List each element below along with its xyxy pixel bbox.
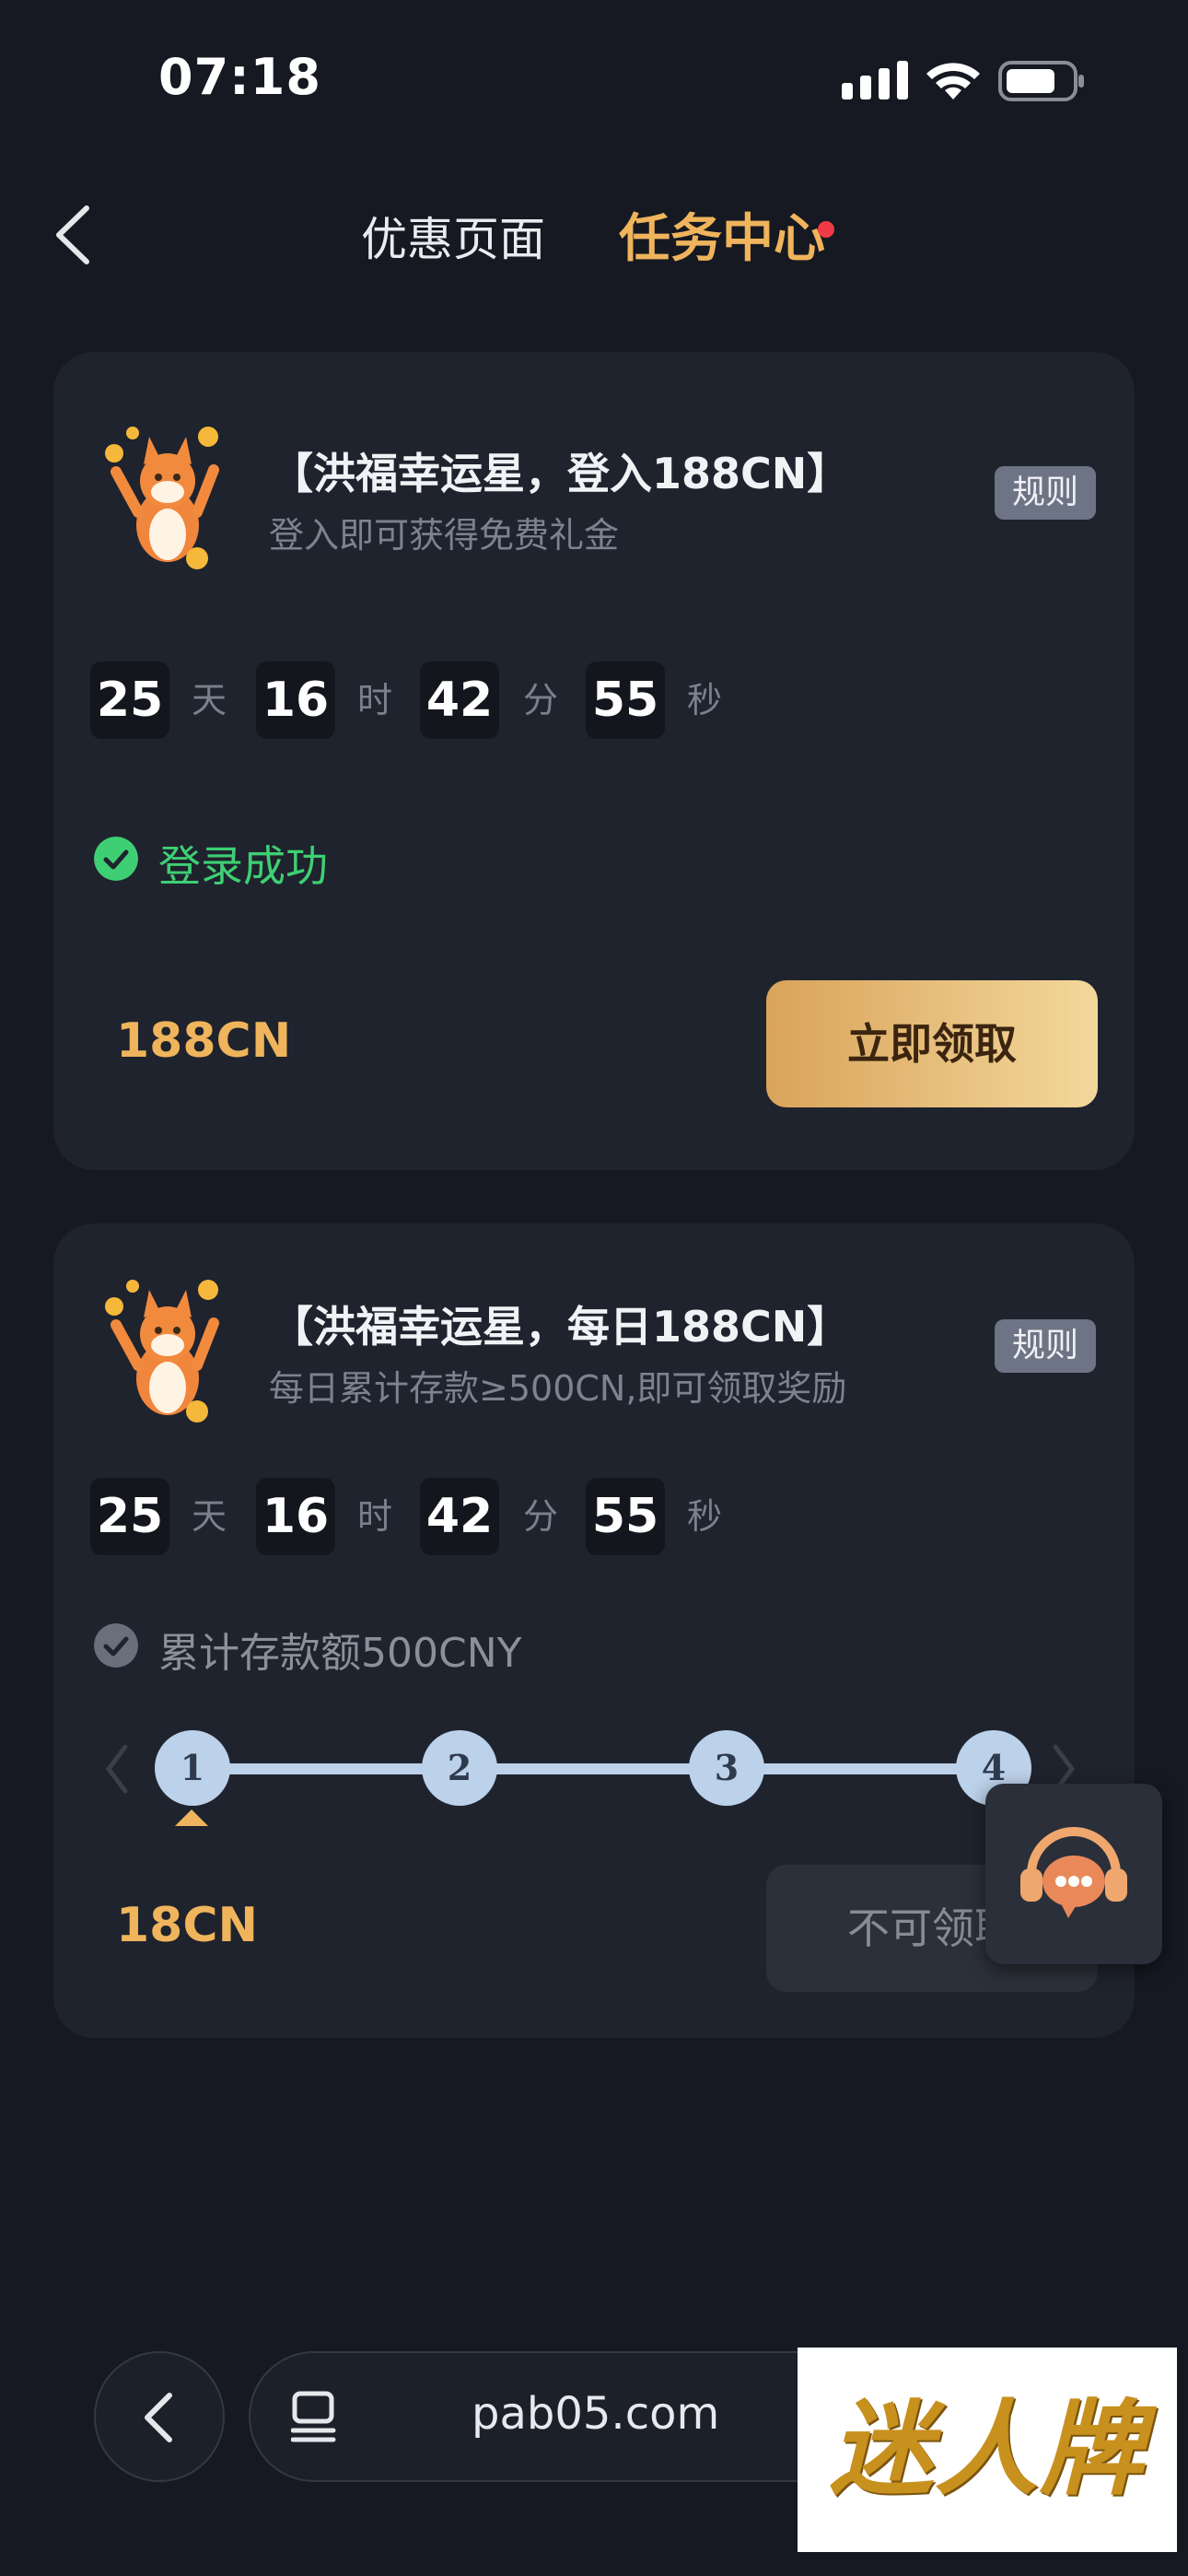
step-node[interactable]: 1: [155, 1730, 230, 1806]
back-arrow-icon: [145, 2393, 172, 2442]
countdown-unit: 秒: [687, 680, 723, 720]
tab-promotions[interactable]: 优惠页面: [361, 203, 545, 269]
watermark-text: 迷人牌: [830, 2389, 1145, 2510]
reward-amount: 18CN: [116, 1898, 259, 1953]
countdown-minutes: 42: [420, 1478, 499, 1555]
current-step-marker: [175, 1809, 208, 1826]
countdown-unit: 分: [523, 1496, 559, 1537]
countdown-unit: 天: [192, 680, 227, 720]
battery-icon: [998, 61, 1084, 101]
countdown-unit: 时: [357, 1496, 393, 1537]
reward-amount: 188CN: [116, 1013, 292, 1069]
task-title: 【洪福幸运星，每日188CN】: [271, 1302, 850, 1352]
step-node[interactable]: 3: [689, 1730, 764, 1806]
check-circle-icon: [94, 1623, 138, 1668]
rules-button[interactable]: 规则: [995, 466, 1096, 520]
task-subtitle: 每日累计存款≥500CN,即可领取奖励: [269, 1368, 847, 1409]
url-text: pab05.com: [472, 2388, 720, 2440]
countdown-unit: 秒: [687, 1496, 723, 1537]
check-circle-icon: [94, 837, 138, 881]
chevron-left-icon[interactable]: [103, 1741, 131, 1797]
claim-now-button[interactable]: 立即领取: [766, 980, 1098, 1107]
countdown-days: 25: [90, 1478, 169, 1555]
tab-task-center[interactable]: 任务中心: [619, 197, 825, 272]
task-title: 【洪福幸运星，登入188CN】: [271, 449, 850, 498]
headset-chat-icon: [1020, 1827, 1127, 1918]
step-node[interactable]: 2: [422, 1730, 497, 1806]
watermark-logo: 迷人牌: [798, 2348, 1177, 2552]
countdown-seconds: 55: [586, 1478, 665, 1555]
countdown-unit: 时: [357, 680, 393, 720]
page-info-icon[interactable]: [291, 2390, 339, 2443]
countdown-seconds: 55: [586, 662, 665, 739]
countdown-minutes: 42: [420, 662, 499, 739]
countdown-unit: 分: [523, 680, 559, 720]
customer-service-button[interactable]: [985, 1784, 1162, 1964]
cellular-signal-icon: [842, 61, 908, 100]
status-time: 07:18: [158, 48, 321, 106]
browser-back-button[interactable]: [94, 2351, 225, 2482]
countdown-unit: 天: [192, 1496, 227, 1537]
countdown-hours: 16: [256, 662, 335, 739]
back-arrow-icon[interactable]: [50, 203, 96, 267]
wifi-icon: [926, 63, 980, 100]
rules-button[interactable]: 规则: [995, 1319, 1096, 1373]
countdown-days: 25: [90, 662, 169, 739]
task-status: 累计存款额500CNY: [158, 1630, 522, 1677]
progress-track: [192, 1763, 993, 1774]
countdown-hours: 16: [256, 1478, 335, 1555]
task-status: 登录成功: [158, 841, 328, 891]
task-subtitle: 登入即可获得免费礼金: [269, 515, 620, 556]
fox-mascot-icon: [105, 427, 219, 569]
notification-dot: [818, 221, 834, 238]
fox-mascot-icon: [105, 1280, 219, 1423]
